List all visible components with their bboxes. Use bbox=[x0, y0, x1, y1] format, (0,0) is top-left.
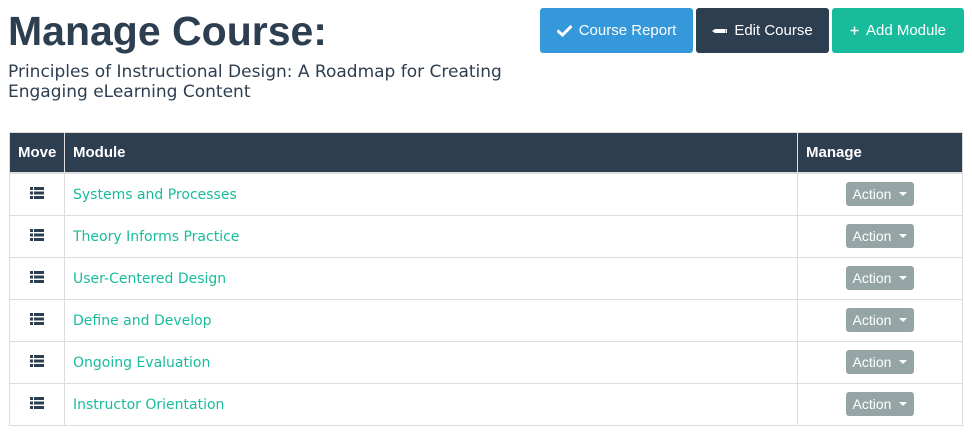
table-row: Define and Develop Action bbox=[9, 298, 963, 342]
module-cell: Systems and Processes bbox=[64, 172, 798, 216]
module-link[interactable]: Theory Informs Practice bbox=[73, 229, 239, 245]
module-cell: Define and Develop bbox=[64, 298, 798, 342]
course-report-label: Course Report bbox=[578, 22, 677, 39]
action-label: Action bbox=[852, 186, 892, 203]
list-icon bbox=[30, 270, 44, 287]
edit-course-label: Edit Course bbox=[734, 22, 813, 39]
list-icon bbox=[30, 228, 44, 245]
course-report-button[interactable]: Course Report bbox=[540, 8, 693, 53]
action-dropdown-button[interactable]: Action bbox=[845, 182, 915, 207]
module-link[interactable]: Instructor Orientation bbox=[73, 397, 224, 413]
module-link[interactable]: Define and Develop bbox=[73, 313, 212, 329]
manage-cell: Action bbox=[797, 340, 963, 384]
action-label: Action bbox=[852, 312, 892, 328]
table-row: User-Centered Design Action bbox=[9, 256, 963, 300]
action-dropdown-button[interactable]: Action bbox=[845, 308, 915, 332]
action-label: Action bbox=[852, 270, 892, 286]
module-link[interactable]: User-Centered Design bbox=[73, 271, 226, 287]
manage-cell: Action bbox=[797, 256, 963, 300]
page-title: Manage Course: bbox=[8, 8, 327, 54]
action-dropdown-button[interactable]: Action bbox=[845, 266, 915, 290]
action-dropdown-button[interactable]: Action bbox=[845, 224, 915, 248]
add-module-button[interactable]: Add Module bbox=[832, 8, 964, 53]
module-cell: User-Centered Design bbox=[64, 256, 798, 300]
action-label: Action bbox=[852, 354, 892, 370]
move-handle[interactable] bbox=[9, 172, 65, 216]
move-handle[interactable] bbox=[9, 256, 65, 300]
move-handle[interactable] bbox=[9, 214, 65, 258]
modules-table-body: Systems and Processes Action Theory Info… bbox=[9, 172, 963, 426]
list-icon bbox=[30, 312, 44, 329]
column-header-manage: Manage bbox=[797, 132, 963, 174]
caret-down-icon bbox=[899, 192, 908, 197]
manage-cell: Action bbox=[797, 172, 963, 216]
manage-cell: Action bbox=[797, 298, 963, 342]
table-header-row: Move Module Manage bbox=[9, 132, 963, 174]
edit-course-button[interactable]: Edit Course bbox=[696, 8, 829, 53]
table-row: Instructor Orientation Action bbox=[9, 382, 963, 426]
module-cell: Ongoing Evaluation bbox=[64, 340, 798, 384]
plus-icon bbox=[850, 26, 859, 35]
caret-down-icon bbox=[899, 360, 908, 364]
column-header-move: Move bbox=[9, 132, 65, 174]
module-link[interactable]: Ongoing Evaluation bbox=[73, 355, 210, 371]
caret-down-icon bbox=[899, 402, 908, 406]
module-cell: Theory Informs Practice bbox=[64, 214, 798, 258]
action-label: Action bbox=[852, 396, 892, 412]
action-dropdown-button[interactable]: Action bbox=[845, 392, 915, 416]
list-icon bbox=[30, 354, 44, 371]
column-header-module: Module bbox=[64, 132, 798, 174]
course-name: Principles of Instructional Design: A Ro… bbox=[8, 62, 502, 102]
action-label: Action bbox=[852, 228, 892, 244]
caret-down-icon bbox=[899, 234, 908, 238]
caret-down-icon bbox=[899, 318, 908, 322]
manage-cell: Action bbox=[797, 382, 963, 426]
check-icon bbox=[556, 24, 572, 37]
table-row: Ongoing Evaluation Action bbox=[9, 340, 963, 384]
toolbar: Course Report Edit Course Add Module bbox=[540, 8, 964, 53]
caret-down-icon bbox=[899, 276, 908, 280]
table-row: Theory Informs Practice Action bbox=[9, 214, 963, 258]
pencil-icon bbox=[712, 27, 728, 35]
list-icon bbox=[30, 186, 44, 203]
manage-cell: Action bbox=[797, 214, 963, 258]
move-handle[interactable] bbox=[9, 340, 65, 384]
modules-table: Move Module Manage Systems and Processes… bbox=[9, 132, 963, 426]
add-module-label: Add Module bbox=[865, 22, 947, 39]
move-handle[interactable] bbox=[9, 382, 65, 426]
list-icon bbox=[30, 396, 44, 413]
module-cell: Instructor Orientation bbox=[64, 382, 798, 426]
table-row: Systems and Processes Action bbox=[9, 172, 963, 216]
action-dropdown-button[interactable]: Action bbox=[845, 350, 915, 374]
module-link[interactable]: Systems and Processes bbox=[73, 187, 237, 203]
move-handle[interactable] bbox=[9, 298, 65, 342]
